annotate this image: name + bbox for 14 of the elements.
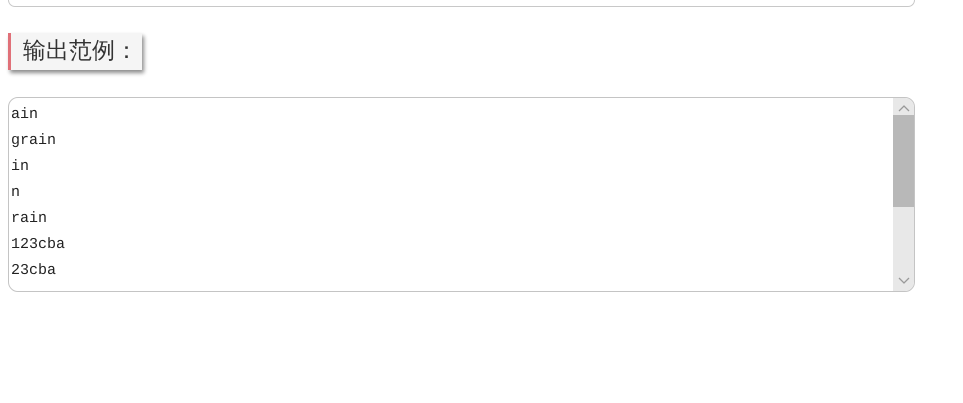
output-line: grain: [11, 131, 56, 151]
output-line: 123cba: [11, 235, 66, 255]
output-text-area[interactable]: ain grain in n rain 123cba 23cba: [8, 97, 915, 292]
output-line: 23cba: [11, 261, 56, 281]
section-heading: 输出范例：: [8, 33, 142, 70]
text-area[interactable]: [8, 0, 915, 7]
output-line: in: [11, 157, 30, 177]
scroll-up-icon[interactable]: [898, 104, 910, 112]
output-line: ain: [11, 105, 38, 125]
scroll-down-icon[interactable]: [898, 277, 910, 285]
scrollbar-thumb[interactable]: [893, 115, 914, 207]
output-line: n: [11, 183, 20, 203]
output-line: rain: [11, 209, 48, 229]
scrollbar[interactable]: [893, 98, 914, 291]
